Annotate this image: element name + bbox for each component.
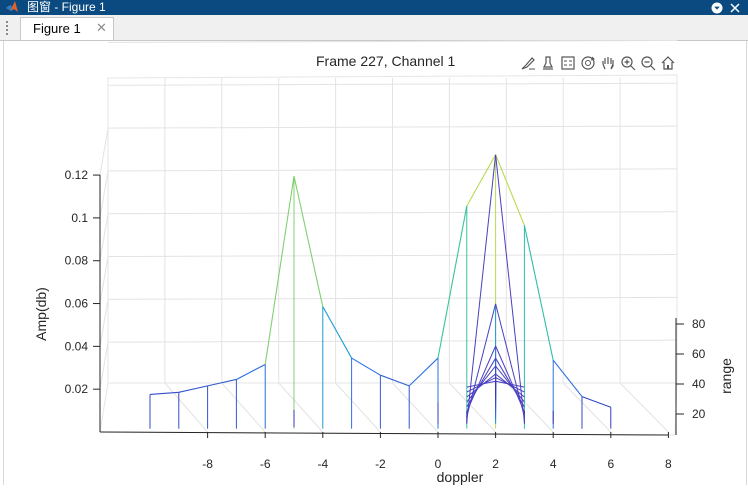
data-tip-icon[interactable] [538, 54, 557, 72]
x-tick-label: -6 [260, 457, 271, 471]
legend-icon[interactable] [558, 54, 577, 72]
y-tick-label: 60 [692, 347, 706, 361]
z-grid-line-side [99, 213, 109, 261]
x-tick-label: 4 [550, 457, 557, 471]
chart-axes[interactable]: 0.020.040.060.080.10.12-8 -6 -4 -2 0 2 4 6 82040… [0, 0, 748, 488]
y-tick-label: 20 [692, 407, 706, 421]
x-tick-label: 2 [492, 457, 499, 471]
x-tick-label: -2 [375, 457, 386, 471]
z-tick-label: 0.12 [65, 168, 89, 182]
y-axis-label: range [718, 358, 734, 394]
z-tick-label: 0.06 [65, 297, 89, 311]
z-tick-label: 0.04 [65, 339, 89, 353]
x-tick-label: -4 [317, 457, 328, 471]
x-tick-label: 6 [607, 457, 614, 471]
y-tick-label: 80 [692, 317, 706, 331]
z-grid-line-side [99, 127, 109, 176]
z-grid-line [107, 39, 678, 43]
y-tick-label: 40 [692, 377, 706, 391]
z-grid-line-side [99, 256, 109, 304]
z-tick-label: 0.1 [71, 211, 88, 225]
zoom-in-icon[interactable] [618, 54, 637, 72]
z-grid-line-side [99, 342, 109, 390]
grid-lines [99, 39, 678, 436]
rotate-3d-icon[interactable] [578, 54, 597, 72]
x-axis-label: doppler [437, 469, 484, 485]
home-icon[interactable] [658, 54, 677, 72]
zoom-out-icon[interactable] [638, 54, 657, 72]
plot-title: Frame 227, Channel 1 [316, 53, 456, 69]
pan-icon[interactable] [598, 54, 617, 72]
brush-icon[interactable] [518, 54, 537, 72]
x-tick-label: -8 [202, 457, 213, 471]
x-tick-label: 8 [665, 457, 672, 471]
axes-toolbar [518, 54, 677, 72]
z-grid-line-side [99, 170, 109, 218]
z-tick-label: 0.02 [65, 382, 89, 396]
z-tick-label: 0.08 [65, 254, 89, 268]
z-axis-label: Amp(db) [33, 287, 49, 341]
z-grid-line-side [99, 299, 109, 347]
